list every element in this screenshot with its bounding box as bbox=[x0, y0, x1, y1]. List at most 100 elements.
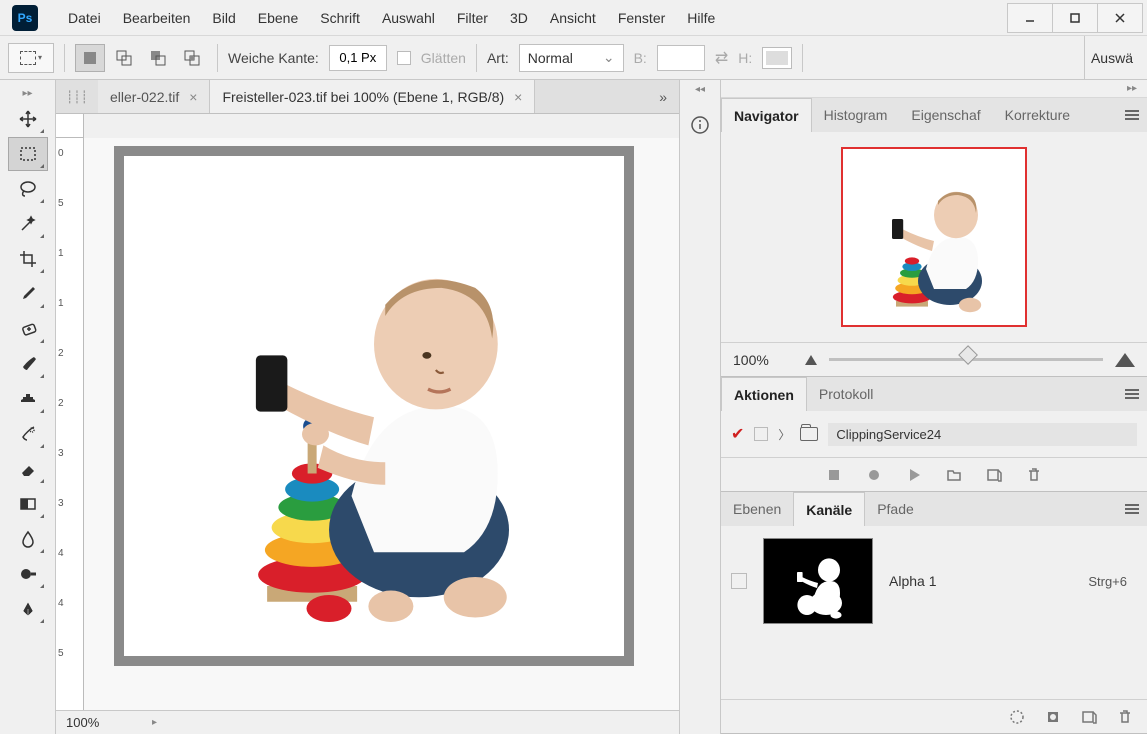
menu-schrift[interactable]: Schrift bbox=[310, 4, 370, 32]
menu-auswahl[interactable]: Auswahl bbox=[372, 4, 445, 32]
style-dropdown[interactable]: Normal⌄ bbox=[519, 44, 624, 72]
history-brush-tool-icon[interactable] bbox=[8, 417, 48, 451]
document-image bbox=[149, 181, 599, 631]
tools-panel: ▸▸ bbox=[0, 80, 56, 734]
dialog-toggle-icon[interactable] bbox=[754, 427, 768, 441]
panels-collapse-icon[interactable]: ▸▸ bbox=[721, 80, 1147, 98]
new-action-icon[interactable] bbox=[986, 467, 1002, 483]
visibility-toggle-icon[interactable] bbox=[731, 573, 747, 589]
navigator-thumbnail[interactable] bbox=[841, 147, 1027, 327]
canvas[interactable] bbox=[114, 146, 634, 666]
dodge-tool-icon[interactable] bbox=[8, 557, 48, 591]
new-folder-icon[interactable] bbox=[946, 467, 962, 483]
menu-bearbeiten[interactable]: Bearbeiten bbox=[113, 4, 201, 32]
load-selection-icon[interactable] bbox=[1009, 709, 1025, 725]
zoom-in-icon[interactable] bbox=[1115, 353, 1135, 367]
panel-menu-icon[interactable] bbox=[1117, 492, 1147, 526]
tab-ebenen[interactable]: Ebenen bbox=[721, 492, 793, 526]
blur-tool-icon[interactable] bbox=[8, 522, 48, 556]
pen-tool-icon[interactable] bbox=[8, 592, 48, 626]
maximize-button[interactable] bbox=[1052, 3, 1098, 33]
tab-pfade[interactable]: Pfade bbox=[865, 492, 926, 526]
width-label: B: bbox=[634, 50, 647, 66]
close-button[interactable] bbox=[1097, 3, 1143, 33]
crop-tool-icon[interactable] bbox=[8, 242, 48, 276]
menu-bild[interactable]: Bild bbox=[202, 4, 245, 32]
dock-collapse-icon[interactable]: ◂◂ bbox=[695, 84, 705, 102]
save-selection-icon[interactable] bbox=[1045, 709, 1061, 725]
channel-thumbnail bbox=[763, 538, 873, 624]
play-icon[interactable] bbox=[906, 467, 922, 483]
height-label: H: bbox=[738, 50, 752, 66]
zoom-slider[interactable] bbox=[829, 358, 1103, 361]
lasso-tool-icon[interactable] bbox=[8, 172, 48, 206]
panel-menu-icon[interactable] bbox=[1117, 377, 1147, 411]
feather-label: Weiche Kante: bbox=[228, 50, 319, 66]
minimize-button[interactable] bbox=[1007, 3, 1053, 33]
status-zoom[interactable]: 100% bbox=[66, 715, 146, 730]
menu-hilfe[interactable]: Hilfe bbox=[677, 4, 725, 32]
tab-drag-handle[interactable]: ┊┊┊ bbox=[56, 80, 98, 113]
tab-aktionen[interactable]: Aktionen bbox=[721, 377, 807, 411]
tab-histogram[interactable]: Histogram bbox=[812, 98, 900, 132]
panel-menu-icon[interactable] bbox=[1117, 98, 1147, 132]
gradient-tool-icon[interactable] bbox=[8, 487, 48, 521]
expand-arrow-icon[interactable]: 〉 bbox=[778, 426, 790, 443]
magic-wand-tool-icon[interactable] bbox=[8, 207, 48, 241]
antialias-checkbox bbox=[397, 51, 411, 65]
navigator-zoom-value[interactable]: 100% bbox=[733, 352, 793, 368]
record-icon[interactable] bbox=[866, 467, 882, 483]
swap-icon[interactable]: ⇄ bbox=[715, 48, 728, 68]
doc-tab-inactive[interactable]: eller-022.tif× bbox=[98, 80, 210, 113]
trash-icon[interactable] bbox=[1117, 709, 1133, 725]
info-panel-icon[interactable] bbox=[685, 110, 715, 140]
brush-tool-icon[interactable] bbox=[8, 347, 48, 381]
tab-eigenschaften[interactable]: Eigenschaf bbox=[899, 98, 992, 132]
tab-overflow-icon[interactable]: » bbox=[647, 80, 679, 113]
marquee-tool-icon[interactable] bbox=[8, 137, 48, 171]
selection-intersect-icon[interactable] bbox=[177, 44, 207, 72]
toolbar-expand-icon[interactable]: ▸▸ bbox=[0, 84, 55, 102]
close-icon[interactable]: × bbox=[189, 89, 197, 105]
clone-stamp-tool-icon[interactable] bbox=[8, 382, 48, 416]
menu-datei[interactable]: Datei bbox=[58, 4, 111, 32]
menu-ansicht[interactable]: Ansicht bbox=[540, 4, 606, 32]
channel-row[interactable]: Alpha 1 Strg+6 bbox=[731, 536, 1137, 626]
menu-3d[interactable]: 3D bbox=[500, 4, 538, 32]
channel-name: Alpha 1 bbox=[889, 573, 1072, 589]
eraser-tool-icon[interactable] bbox=[8, 452, 48, 486]
move-tool-icon[interactable] bbox=[8, 102, 48, 136]
tab-protokoll[interactable]: Protokoll bbox=[807, 377, 885, 411]
eyedropper-tool-icon[interactable] bbox=[8, 277, 48, 311]
new-channel-icon[interactable] bbox=[1081, 709, 1097, 725]
selection-subtract-icon[interactable] bbox=[143, 44, 173, 72]
tab-kanaele[interactable]: Kanäle bbox=[793, 492, 865, 526]
tool-preset-picker[interactable]: ▾ bbox=[8, 43, 54, 73]
tab-korrekturen[interactable]: Korrekture bbox=[993, 98, 1082, 132]
vertical-ruler[interactable]: 0 5 1 1 2 2 3 3 4 4 5 bbox=[56, 138, 84, 710]
zoom-out-icon[interactable] bbox=[805, 355, 817, 365]
width-input bbox=[657, 45, 705, 71]
selection-new-icon[interactable] bbox=[75, 44, 105, 72]
ruler-origin[interactable] bbox=[56, 114, 84, 138]
check-icon[interactable]: ✔ bbox=[731, 424, 744, 444]
menu-fenster[interactable]: Fenster bbox=[608, 4, 675, 32]
action-set-row[interactable]: ✔ 〉 ClippingService24 bbox=[731, 419, 1137, 449]
ratio-preview-icon bbox=[762, 47, 792, 69]
close-icon[interactable]: × bbox=[514, 89, 522, 105]
doc-tab-active[interactable]: Freisteller-023.tif bei 100% (Ebene 1, R… bbox=[210, 80, 535, 113]
menu-filter[interactable]: Filter bbox=[447, 4, 498, 32]
antialias-label: Glätten bbox=[421, 50, 466, 66]
select-and-mask-button[interactable]: Auswä bbox=[1084, 36, 1139, 79]
trash-icon[interactable] bbox=[1026, 467, 1042, 483]
style-label: Art: bbox=[487, 50, 509, 66]
feather-input[interactable] bbox=[329, 45, 387, 71]
status-chevron-icon[interactable]: ▸ bbox=[152, 717, 157, 728]
tab-navigator[interactable]: Navigator bbox=[721, 98, 812, 132]
action-set-name: ClippingService24 bbox=[828, 423, 1137, 446]
selection-add-icon[interactable] bbox=[109, 44, 139, 72]
menu-bar: Datei Bearbeiten Bild Ebene Schrift Ausw… bbox=[58, 4, 725, 32]
menu-ebene[interactable]: Ebene bbox=[248, 4, 308, 32]
healing-brush-tool-icon[interactable] bbox=[8, 312, 48, 346]
stop-icon[interactable] bbox=[826, 467, 842, 483]
